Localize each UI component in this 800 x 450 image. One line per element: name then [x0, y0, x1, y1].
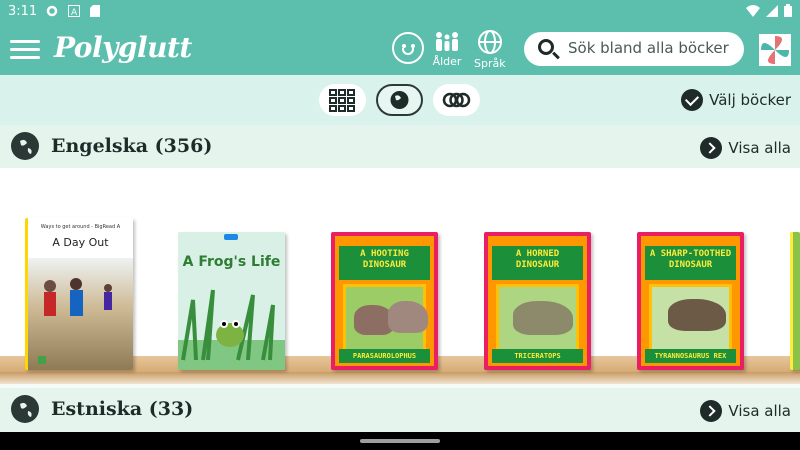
- dinosaur-illustration: [649, 284, 732, 352]
- show-all-label: Visa alla: [728, 402, 791, 420]
- book-illustration: [28, 258, 133, 370]
- navigation-bar: [0, 432, 800, 450]
- arrow-right-icon: [700, 400, 723, 422]
- frog-illustration: [178, 289, 285, 370]
- status-bar: 3:11 A: [0, 0, 800, 24]
- book-title: A Frog's Life: [182, 254, 281, 270]
- show-all-label: Visa alla: [728, 139, 791, 157]
- people-icon: [436, 32, 458, 51]
- grid-icon: [329, 89, 355, 112]
- signal-icon: [766, 4, 778, 17]
- age-label: Ålder: [432, 55, 462, 68]
- section-header-estonian: Estniska (33) Visa alla: [0, 388, 800, 432]
- show-all-button[interactable]: Visa alla: [700, 400, 791, 422]
- book-cover-a-sharp-toothed-dinosaur[interactable]: A SHARP-TOOTHED DINOSAUR TYRANNOSAURUS R…: [637, 232, 744, 370]
- sdcard-icon: [90, 5, 100, 17]
- book-title: A Day Out: [52, 236, 109, 249]
- search-icon: [538, 39, 554, 55]
- gear-icon: [46, 5, 58, 17]
- book-cover-a-day-out[interactable]: Ways to get around - BigRead A A Day Out: [25, 218, 133, 370]
- select-books-label: Välj böcker: [709, 91, 791, 109]
- grid-view-button[interactable]: [319, 84, 366, 116]
- language-label: Språk: [474, 57, 506, 70]
- battery-icon: [784, 4, 792, 17]
- age-button[interactable]: Ålder: [432, 30, 462, 68]
- globe-icon: [390, 91, 409, 109]
- book-cover-a-frogs-life[interactable]: A Frog's Life: [178, 232, 285, 370]
- status-time: 3:11: [8, 4, 38, 19]
- rings-icon: [442, 92, 471, 108]
- section-title: Engelska (356): [51, 135, 213, 157]
- dinosaur-illustration: [343, 284, 428, 352]
- section-header-english: Engelska (356) Visa alla: [0, 125, 800, 169]
- section-title: Estniska (33): [51, 398, 194, 420]
- book-cover-partial[interactable]: [790, 232, 800, 370]
- publisher-logo: [224, 234, 238, 240]
- globe-icon: [11, 132, 39, 160]
- app-brand: Polyglutt: [54, 31, 192, 64]
- book-caption: TRICERATOPS: [492, 349, 583, 363]
- rings-view-button[interactable]: [433, 84, 480, 116]
- language-view-button[interactable]: [376, 84, 423, 116]
- book-caption: PARASAUROLOPHUS: [339, 349, 430, 363]
- shelf-edge: [0, 372, 800, 384]
- a-icon: A: [68, 5, 80, 17]
- dinosaur-illustration: [496, 284, 579, 352]
- search-placeholder: Sök bland alla böcker: [568, 39, 729, 57]
- wifi-icon: [746, 4, 760, 17]
- home-handle[interactable]: [360, 439, 440, 443]
- language-button[interactable]: Språk: [474, 30, 506, 70]
- app-bar: Polyglutt Ålder Språk Sök bland alla böc…: [0, 24, 800, 75]
- arrow-right-icon: [700, 137, 723, 159]
- book-title: A HOOTING DINOSAUR: [339, 246, 430, 280]
- globe-icon: [11, 395, 39, 423]
- book-series: Ways to get around - BigRead A: [40, 224, 121, 230]
- pinwheel-icon[interactable]: [759, 34, 791, 66]
- search-input[interactable]: Sök bland alla böcker: [524, 32, 744, 66]
- book-cover-a-hooting-dinosaur[interactable]: A HOOTING DINOSAUR PARASAUROLOPHUS: [331, 232, 438, 370]
- book-title: A SHARP-TOOTHED DINOSAUR: [645, 246, 736, 280]
- show-all-button[interactable]: Visa alla: [700, 137, 791, 159]
- face-icon[interactable]: [392, 32, 424, 64]
- svg-text:A: A: [71, 8, 78, 17]
- menu-icon[interactable]: [10, 36, 40, 62]
- filter-bar: Välj böcker: [0, 75, 800, 125]
- check-icon: [681, 89, 704, 111]
- book-caption: TYRANNOSAURUS REX: [645, 349, 736, 363]
- book-title: A HORNED DINOSAUR: [492, 246, 583, 280]
- book-cover-a-horned-dinosaur[interactable]: A HORNED DINOSAUR TRICERATOPS: [484, 232, 591, 370]
- globe-icon: [477, 30, 502, 54]
- select-books-button[interactable]: Välj böcker: [681, 89, 791, 111]
